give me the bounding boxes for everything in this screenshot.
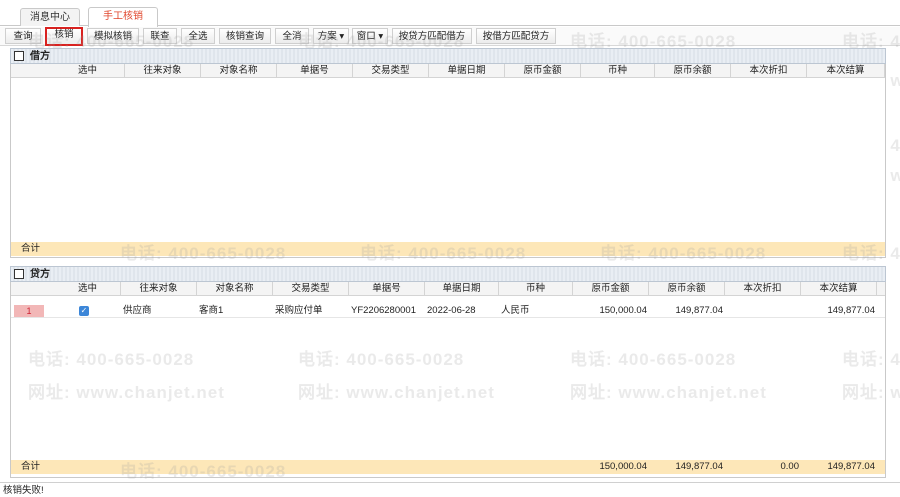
cell-partner[interactable]: 供应商 <box>123 304 152 318</box>
query-button[interactable]: 查询 <box>5 28 41 44</box>
total-label: 合计 <box>21 461 41 472</box>
credit-grid[interactable]: 选中 往来对象 对象名称 交易类型 单据号 单据日期 币种 原币金额 原币余额 … <box>10 282 886 478</box>
total-settle: 149,877.04 <box>827 461 875 472</box>
cell-amount[interactable]: 150,000.04 <box>573 304 647 318</box>
column-header[interactable]: 原币金额 <box>505 64 581 78</box>
column-header[interactable]: 交易类型 <box>353 64 429 78</box>
simulate-verify-button[interactable]: 模拟核销 <box>87 28 139 44</box>
tab-message-center[interactable]: 消息中心 <box>20 8 80 26</box>
window-dropdown[interactable]: 窗口 ▾ <box>352 28 388 44</box>
cell-discount[interactable] <box>725 304 799 318</box>
debit-section-title: 借方 <box>30 51 50 62</box>
column-header[interactable]: 本次折扣 <box>731 64 807 78</box>
column-header[interactable]: 对象名称 <box>201 64 277 78</box>
credit-table-header: 选中 往来对象 对象名称 交易类型 单据号 单据日期 币种 原币金额 原币余额 … <box>11 282 885 296</box>
column-header[interactable]: 币种 <box>581 64 655 78</box>
column-header[interactable]: 原币余额 <box>649 282 725 296</box>
column-header[interactable]: 单据日期 <box>429 64 505 78</box>
debit-section-header[interactable]: 借方 <box>10 48 886 64</box>
column-header[interactable]: 对象名称 <box>197 282 273 296</box>
chevron-down-icon: ▾ <box>375 31 384 42</box>
deselect-all-button[interactable]: 全消 <box>275 28 309 44</box>
column-header[interactable]: 本次结算 <box>807 64 885 78</box>
debit-total-row: 合计 <box>11 242 885 256</box>
column-header[interactable]: 往来对象 <box>125 64 201 78</box>
table-row[interactable]: 1 ✓ 供应商 客商1 采购应付单 YF2206280001 2022-06-2… <box>11 304 885 318</box>
verify-query-button[interactable]: 核销查询 <box>219 28 271 44</box>
total-amount: 150,000.04 <box>599 461 647 472</box>
column-header[interactable]: 原币金额 <box>573 282 649 296</box>
scheme-dropdown[interactable]: 方案 ▾ <box>313 28 349 44</box>
cell-currency[interactable]: 人民币 <box>501 304 530 318</box>
match-by-credit-button[interactable]: 按贷方匹配借方 <box>392 28 472 44</box>
column-header[interactable]: 原币余额 <box>655 64 731 78</box>
cell-settle[interactable]: 149,877.04 <box>801 304 875 318</box>
scheme-label: 方案 <box>317 31 337 42</box>
total-discount: 0.00 <box>780 461 800 472</box>
credit-section-title: 贷方 <box>30 269 50 280</box>
debit-table-header: 选中 往来对象 对象名称 单据号 交易类型 单据日期 原币金额 币种 原币余额 … <box>11 64 885 78</box>
toolbar: 查询 核销 模拟核销 联查 全选 核销查询 全消 方案 ▾ 窗口 ▾ 按贷方匹配… <box>0 27 900 46</box>
column-header[interactable]: 本次结算 <box>801 282 877 296</box>
total-label: 合计 <box>21 243 41 254</box>
column-header[interactable]: 交易类型 <box>273 282 349 296</box>
column-header[interactable]: 选中 <box>55 282 121 296</box>
cell-date[interactable]: 2022-06-28 <box>427 304 476 318</box>
column-header[interactable]: 本次折扣 <box>725 282 801 296</box>
column-header[interactable]: 往来对象 <box>121 282 197 296</box>
row-number[interactable]: 1 <box>14 305 44 317</box>
select-all-button[interactable]: 全选 <box>181 28 215 44</box>
total-balance: 149,877.04 <box>675 461 723 472</box>
column-header[interactable]: 单据号 <box>349 282 425 296</box>
window-label: 窗口 <box>356 31 376 42</box>
collapse-box-icon[interactable] <box>14 269 24 279</box>
joint-query-button[interactable]: 联查 <box>143 28 177 44</box>
column-header[interactable]: 单据号 <box>277 64 353 78</box>
column-header[interactable]: 币种 <box>499 282 573 296</box>
tab-manual-verification[interactable]: 手工核销 <box>88 7 158 27</box>
cell-trans-type[interactable]: 采购应付单 <box>275 304 323 318</box>
verify-button[interactable]: 核销 <box>45 27 83 46</box>
column-header[interactable]: 单据日期 <box>425 282 499 296</box>
status-bar: 核销失败! <box>0 482 900 497</box>
cell-doc-no[interactable]: YF2206280001 <box>351 304 416 318</box>
debit-grid[interactable]: 选中 往来对象 对象名称 单据号 交易类型 单据日期 原币金额 币种 原币余额 … <box>10 64 886 258</box>
match-by-debit-button[interactable]: 按借方匹配贷方 <box>476 28 556 44</box>
checkbox-checked-icon[interactable]: ✓ <box>79 306 89 316</box>
tab-bar: 消息中心 手工核销 <box>0 0 900 27</box>
column-header[interactable]: 选中 <box>51 64 125 78</box>
cell-balance[interactable]: 149,877.04 <box>649 304 723 318</box>
chevron-down-icon: ▾ <box>336 31 345 42</box>
cell-name[interactable]: 客商1 <box>199 304 223 318</box>
collapse-box-icon[interactable] <box>14 51 24 61</box>
credit-section-header[interactable]: 贷方 <box>10 266 886 282</box>
credit-total-row: 合计 150,000.04 149,877.04 0.00 149,877.04 <box>11 460 885 474</box>
